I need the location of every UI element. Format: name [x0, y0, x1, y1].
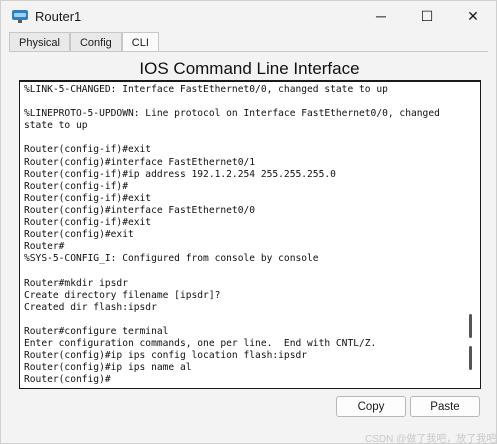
- copy-button[interactable]: Copy: [336, 396, 406, 417]
- terminal-line: Router(config-if)#exit: [24, 144, 152, 156]
- maximize-button[interactable]: ☐: [404, 1, 450, 31]
- terminal-line: state to up: [24, 120, 88, 132]
- minimize-icon: ─: [376, 8, 386, 24]
- terminal-line: Router(config)#interface FastEthernet0/0: [24, 204, 256, 216]
- page-title: IOS Command Line Interface: [139, 59, 360, 78]
- close-button[interactable]: ✕: [450, 1, 496, 31]
- terminal-line: Router(config)#ip ips name al: [24, 362, 192, 374]
- terminal-line: Router(config)#interface FastEthernet0/1: [24, 156, 256, 168]
- terminal-line: Router(config-if)#ip address 192.1.2.254…: [24, 168, 336, 180]
- terminal-line: Router(config-if)#: [24, 180, 128, 192]
- terminal-line: Router(config-if)#exit: [24, 217, 152, 229]
- tab-cli[interactable]: CLI: [121, 32, 159, 52]
- scrollbar-thumb[interactable]: [469, 314, 472, 338]
- terminal-line: Router(config)#ip ips config location fl…: [24, 350, 308, 362]
- terminal-line: Router#mkdir ipsdr: [24, 277, 128, 289]
- title-bar[interactable]: Router1 ─ ☐ ✕: [1, 1, 496, 31]
- scrollbar-thumb[interactable]: [469, 346, 472, 370]
- paste-button[interactable]: Paste: [410, 396, 480, 417]
- terminal-line: Router#configure terminal: [24, 325, 169, 337]
- router-window: Router1 ─ ☐ ✕ Physical Config CLI IOS Co…: [0, 0, 497, 444]
- tab-divider: [9, 51, 488, 52]
- terminal-line: Router(config)#: [24, 374, 111, 386]
- cli-terminal[interactable]: %LINK-5-CHANGED: Interface FastEthernet0…: [19, 80, 481, 389]
- terminal-output: %LINK-5-CHANGED: Interface FastEthernet0…: [24, 84, 464, 386]
- terminal-line: Router#: [24, 241, 65, 253]
- tab-physical[interactable]: Physical: [9, 32, 70, 52]
- maximize-icon: ☐: [420, 7, 434, 24]
- window-title: Router1: [35, 9, 82, 24]
- terminal-line: Created dir flash:ipsdr: [24, 301, 157, 313]
- tab-config[interactable]: Config: [69, 32, 122, 52]
- tab-bar: Physical Config CLI: [9, 32, 159, 52]
- terminal-line: %LINK-5-CHANGED: Interface FastEthernet0…: [24, 84, 388, 95]
- terminal-line: Router(config)#exit: [24, 229, 134, 241]
- terminal-line: Enter configuration commands, one per li…: [24, 337, 377, 349]
- watermark: CSDN @做了我吧，放了我吧: [365, 434, 497, 444]
- terminal-line: Create directory filename [ipsdr]?: [24, 289, 221, 301]
- minimize-button[interactable]: ─: [358, 1, 404, 31]
- close-icon: ✕: [467, 7, 479, 24]
- terminal-line: %SYS-5-CONFIG_I: Configured from console…: [24, 253, 319, 265]
- terminal-line: %LINEPROTO-5-UPDOWN: Line protocol on In…: [24, 108, 440, 120]
- terminal-line: Router(config-if)#exit: [24, 192, 152, 204]
- router-app-icon: [12, 10, 28, 23]
